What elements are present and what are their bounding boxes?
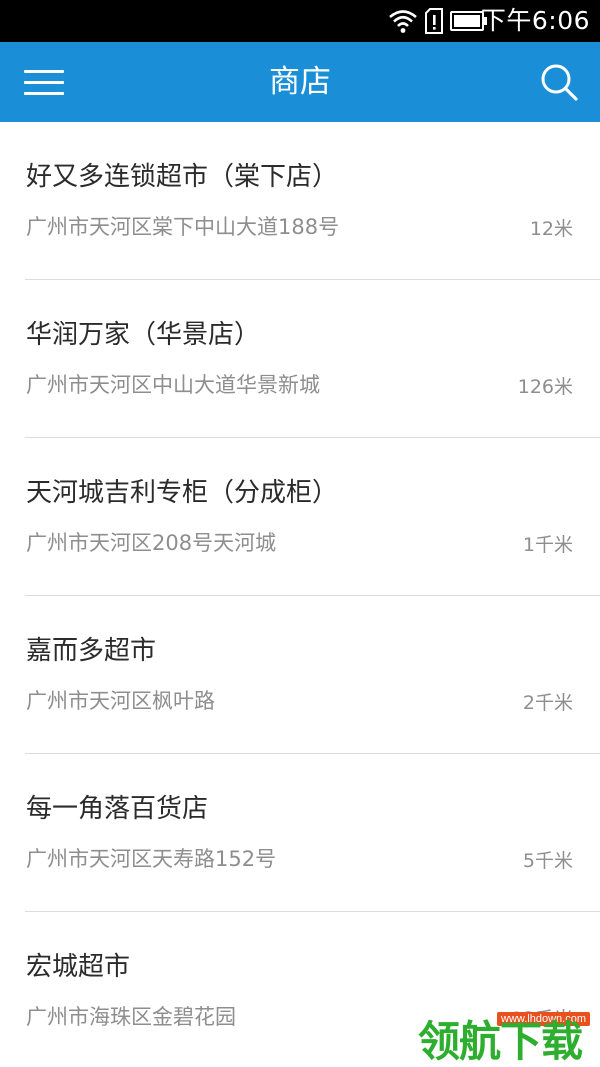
status-bar: 下午6:06 bbox=[0, 0, 600, 42]
store-distance: 5千米 bbox=[522, 850, 573, 872]
store-address: 广州市天河区中山大道华景新城 bbox=[26, 373, 320, 397]
list-item[interactable]: 嘉而多超市 广州市天河区枫叶路 2千米 bbox=[0, 596, 600, 754]
menu-button[interactable] bbox=[22, 62, 68, 102]
app-bar: 商店 bbox=[0, 42, 600, 122]
store-address: 广州市天河区枫叶路 bbox=[26, 689, 215, 713]
store-distance: 1千米 bbox=[522, 534, 573, 556]
list-item[interactable]: 好又多连锁超市（棠下店） 广州市天河区棠下中山大道188号 12米 bbox=[0, 122, 600, 280]
list-item[interactable]: 天河城吉利专柜（分成柜） 广州市天河区208号天河城 1千米 bbox=[0, 438, 600, 596]
store-name: 宏城超市 bbox=[26, 952, 131, 982]
store-distance: 12千米 bbox=[510, 1008, 573, 1030]
search-icon bbox=[541, 64, 578, 101]
store-name: 嘉而多超市 bbox=[26, 636, 157, 666]
store-address: 广州市天河区天寿路152号 bbox=[26, 847, 277, 871]
store-distance: 126米 bbox=[517, 376, 573, 398]
status-time: 下午6:06 bbox=[480, 6, 590, 35]
store-address: 广州市海珠区金碧花园 bbox=[26, 1005, 236, 1029]
sim-alert-icon bbox=[425, 8, 443, 34]
store-address: 广州市天河区棠下中山大道188号 bbox=[26, 215, 340, 239]
store-distance: 2千米 bbox=[522, 692, 573, 714]
list-item[interactable]: 每一角落百货店 广州市天河区天寿路152号 5千米 bbox=[0, 754, 600, 912]
page-title: 商店 bbox=[269, 64, 331, 100]
list-item[interactable]: 华润万家（华景店） 广州市天河区中山大道华景新城 126米 bbox=[0, 280, 600, 438]
store-list: 好又多连锁超市（棠下店） 广州市天河区棠下中山大道188号 12米 华润万家（华… bbox=[0, 122, 600, 1067]
screen: 下午6:06 商店 好又多连锁超市（棠下店） 广州市天河区棠下中山大道188号 … bbox=[0, 0, 600, 1067]
store-name: 好又多连锁超市（棠下店） bbox=[26, 162, 339, 192]
status-icons bbox=[388, 7, 488, 35]
store-address: 广州市天河区208号天河城 bbox=[26, 531, 277, 555]
search-button[interactable] bbox=[538, 61, 580, 103]
store-distance: 12米 bbox=[529, 218, 573, 240]
store-name: 天河城吉利专柜（分成柜） bbox=[26, 478, 339, 508]
store-name: 华润万家（华景店） bbox=[26, 320, 261, 350]
list-item[interactable]: 宏城超市 广州市海珠区金碧花园 12千米 bbox=[0, 912, 600, 1067]
store-name: 每一角落百货店 bbox=[26, 794, 209, 824]
wifi-icon bbox=[389, 10, 417, 33]
